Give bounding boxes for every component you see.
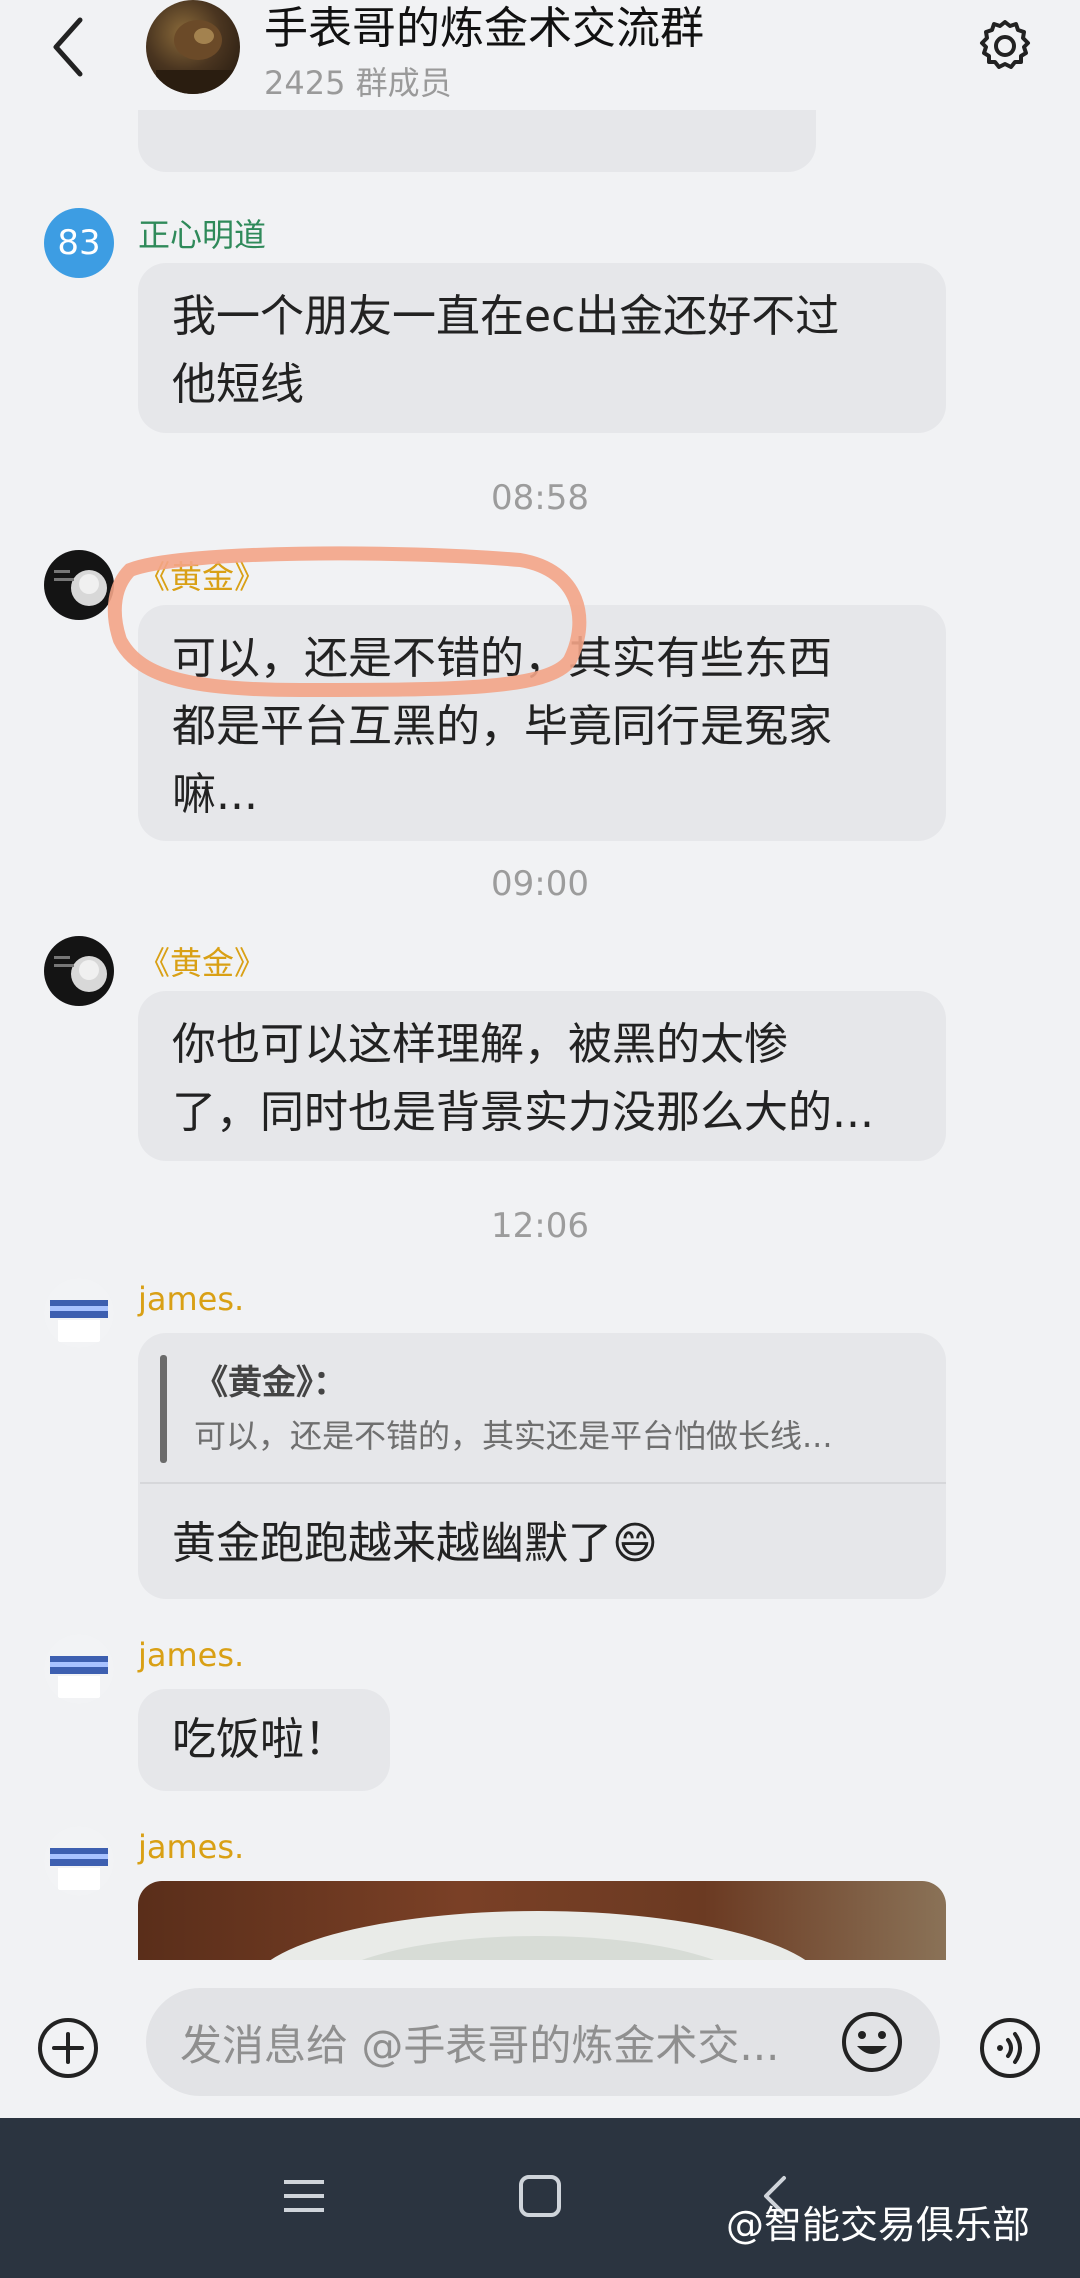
message-text-line: 你也可以这样理解，被黑的太惨 [172,1019,788,1070]
message-text-main: 黄金跑跑越来越幽默了 [172,1518,612,1569]
group-title: 手表哥的炼金术交流群 [264,3,704,54]
message-bubble[interactable]: 我一个朋友一直在ec出金还好不过 他短线 [138,263,946,433]
sender-name[interactable]: 《黄金》 [138,938,266,984]
quote-sender: 《黄金》： [194,1363,347,1403]
menu-icon[interactable] [280,2174,328,2218]
timestamp: 08:58 [491,478,589,518]
input-bar: 发消息给 @手表哥的炼金术交... [0,1960,1080,2118]
message-bubble[interactable]: 你也可以这样理解，被黑的太惨 了，同时也是背景实力没那么大的... [138,991,946,1161]
highlight-annotation [107,546,587,698]
grinning-face-icon: 😄 [612,1518,658,1569]
image-message[interactable] [138,1881,946,1971]
square-home-icon[interactable] [516,2172,564,2220]
message-text: 黄金跑跑越来越幽默了😄 [172,1510,658,1578]
avatar[interactable] [44,1634,114,1704]
input-placeholder: 发消息给 @手表哥的炼金术交... [180,2021,780,2070]
sender-name[interactable]: james. [138,1636,244,1674]
message-text-line: 他短线 [172,359,304,410]
watermark: @智能交易俱乐部 [726,2203,1031,2247]
sender-name[interactable]: james. [138,1280,244,1318]
sender-name[interactable]: james. [138,1828,244,1866]
system-nav-bar: @智能交易俱乐部 [0,2118,1080,2278]
avatar[interactable]: 83 [44,208,114,278]
message-bubble[interactable]: 吃饭啦！ [138,1689,390,1791]
sender-name[interactable]: 正心明道 [138,210,266,256]
timestamp: 09:00 [491,864,589,904]
timestamp: 12:06 [491,1206,589,1246]
avatar[interactable] [44,1278,114,1348]
message-text-line: 我一个朋友一直在ec出金还好不过 [172,291,840,342]
smiley-icon[interactable] [840,2010,904,2074]
gear-icon[interactable] [975,16,1035,76]
voice-icon[interactable] [978,2016,1042,2080]
quote-bar [160,1355,167,1463]
chat-header: 手表哥的炼金术交流群 2425 群成员 [0,0,1080,110]
message-text-line: 了，同时也是背景实力没那么大的... [172,1087,874,1138]
group-avatar[interactable] [146,0,240,94]
avatar[interactable] [44,1826,114,1896]
message-input[interactable]: 发消息给 @手表哥的炼金术交... [146,1988,940,2096]
quote-divider [140,1482,946,1484]
plus-circle-icon[interactable] [36,2016,100,2080]
member-count: 2425 群成员 [264,64,452,102]
chevron-left-icon[interactable] [44,12,94,82]
quote-text: 可以，还是不错的，其实还是平台怕做长线... [194,1417,833,1455]
avatar[interactable] [44,936,114,1006]
message-text-line: 嘛... [172,769,258,820]
message-text: 吃饭啦！ [172,1714,348,1765]
